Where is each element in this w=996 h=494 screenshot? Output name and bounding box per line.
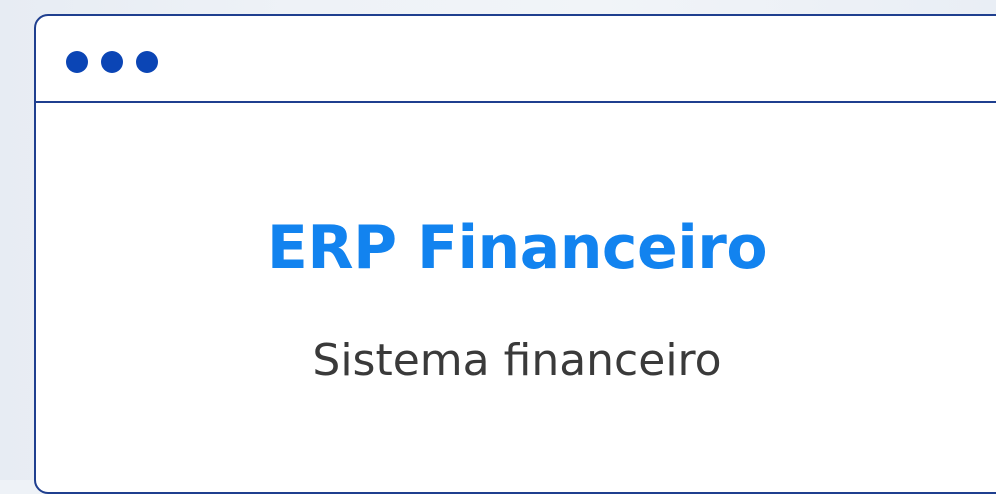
window-dot-icon[interactable] bbox=[66, 51, 88, 73]
page-subtitle: Sistema financeiro bbox=[312, 335, 722, 386]
window-dot-icon[interactable] bbox=[136, 51, 158, 73]
window-content: ERP Financeiro Sistema financeiro bbox=[36, 103, 996, 483]
app-window: ERP Financeiro Sistema financeiro bbox=[34, 14, 996, 494]
page-title: ERP Financeiro bbox=[266, 213, 768, 283]
window-titlebar bbox=[36, 16, 996, 103]
window-controls bbox=[66, 51, 158, 73]
window-dot-icon[interactable] bbox=[101, 51, 123, 73]
